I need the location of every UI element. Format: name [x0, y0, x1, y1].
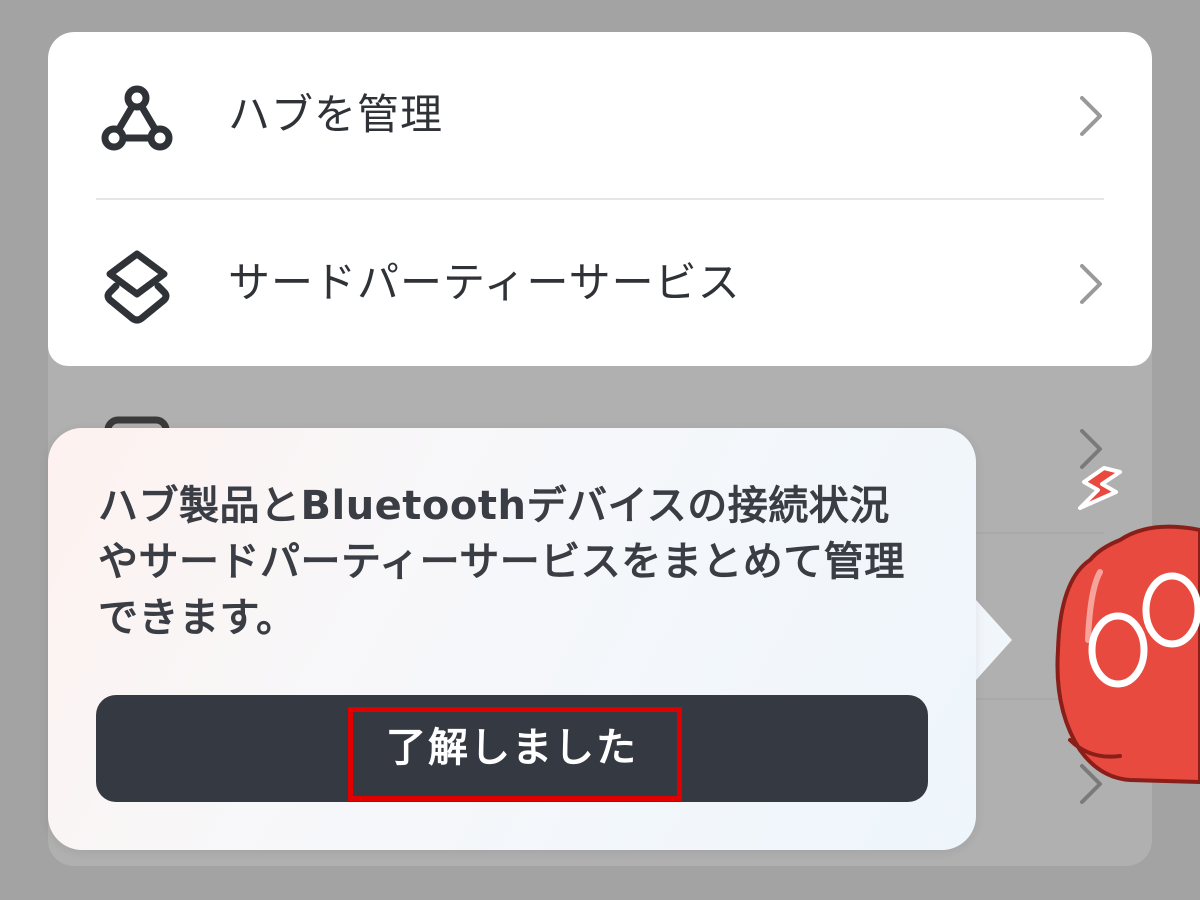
list-item-third-party-services[interactable]: サードパーティーサービス	[48, 200, 1152, 366]
chevron-right-icon	[1080, 264, 1102, 304]
mascot-character	[1055, 466, 1200, 785]
got-it-button-label: 了解しました	[386, 726, 638, 770]
list-item-label: サードパーティーサービス	[228, 258, 741, 307]
highlighted-section: ハブを管理 サードパーティーサービス	[48, 32, 1152, 366]
layers-icon	[104, 250, 170, 324]
got-it-button[interactable]: 了解しました	[96, 695, 928, 802]
chevron-right-icon	[1080, 96, 1102, 136]
list-item-manage-hubs[interactable]: ハブを管理	[48, 32, 1152, 198]
hub-icon	[101, 85, 173, 151]
tooltip-arrow	[976, 600, 1012, 680]
tooltip-message: ハブ製品とBluetoothデバイスの接続状況やサードパーティーサービスをまとめ…	[98, 483, 905, 641]
onboarding-tooltip: ハブ製品とBluetoothデバイスの接続状況やサードパーティーサービスをまとめ…	[48, 428, 976, 850]
list-item-label: ハブを管理	[228, 90, 444, 139]
